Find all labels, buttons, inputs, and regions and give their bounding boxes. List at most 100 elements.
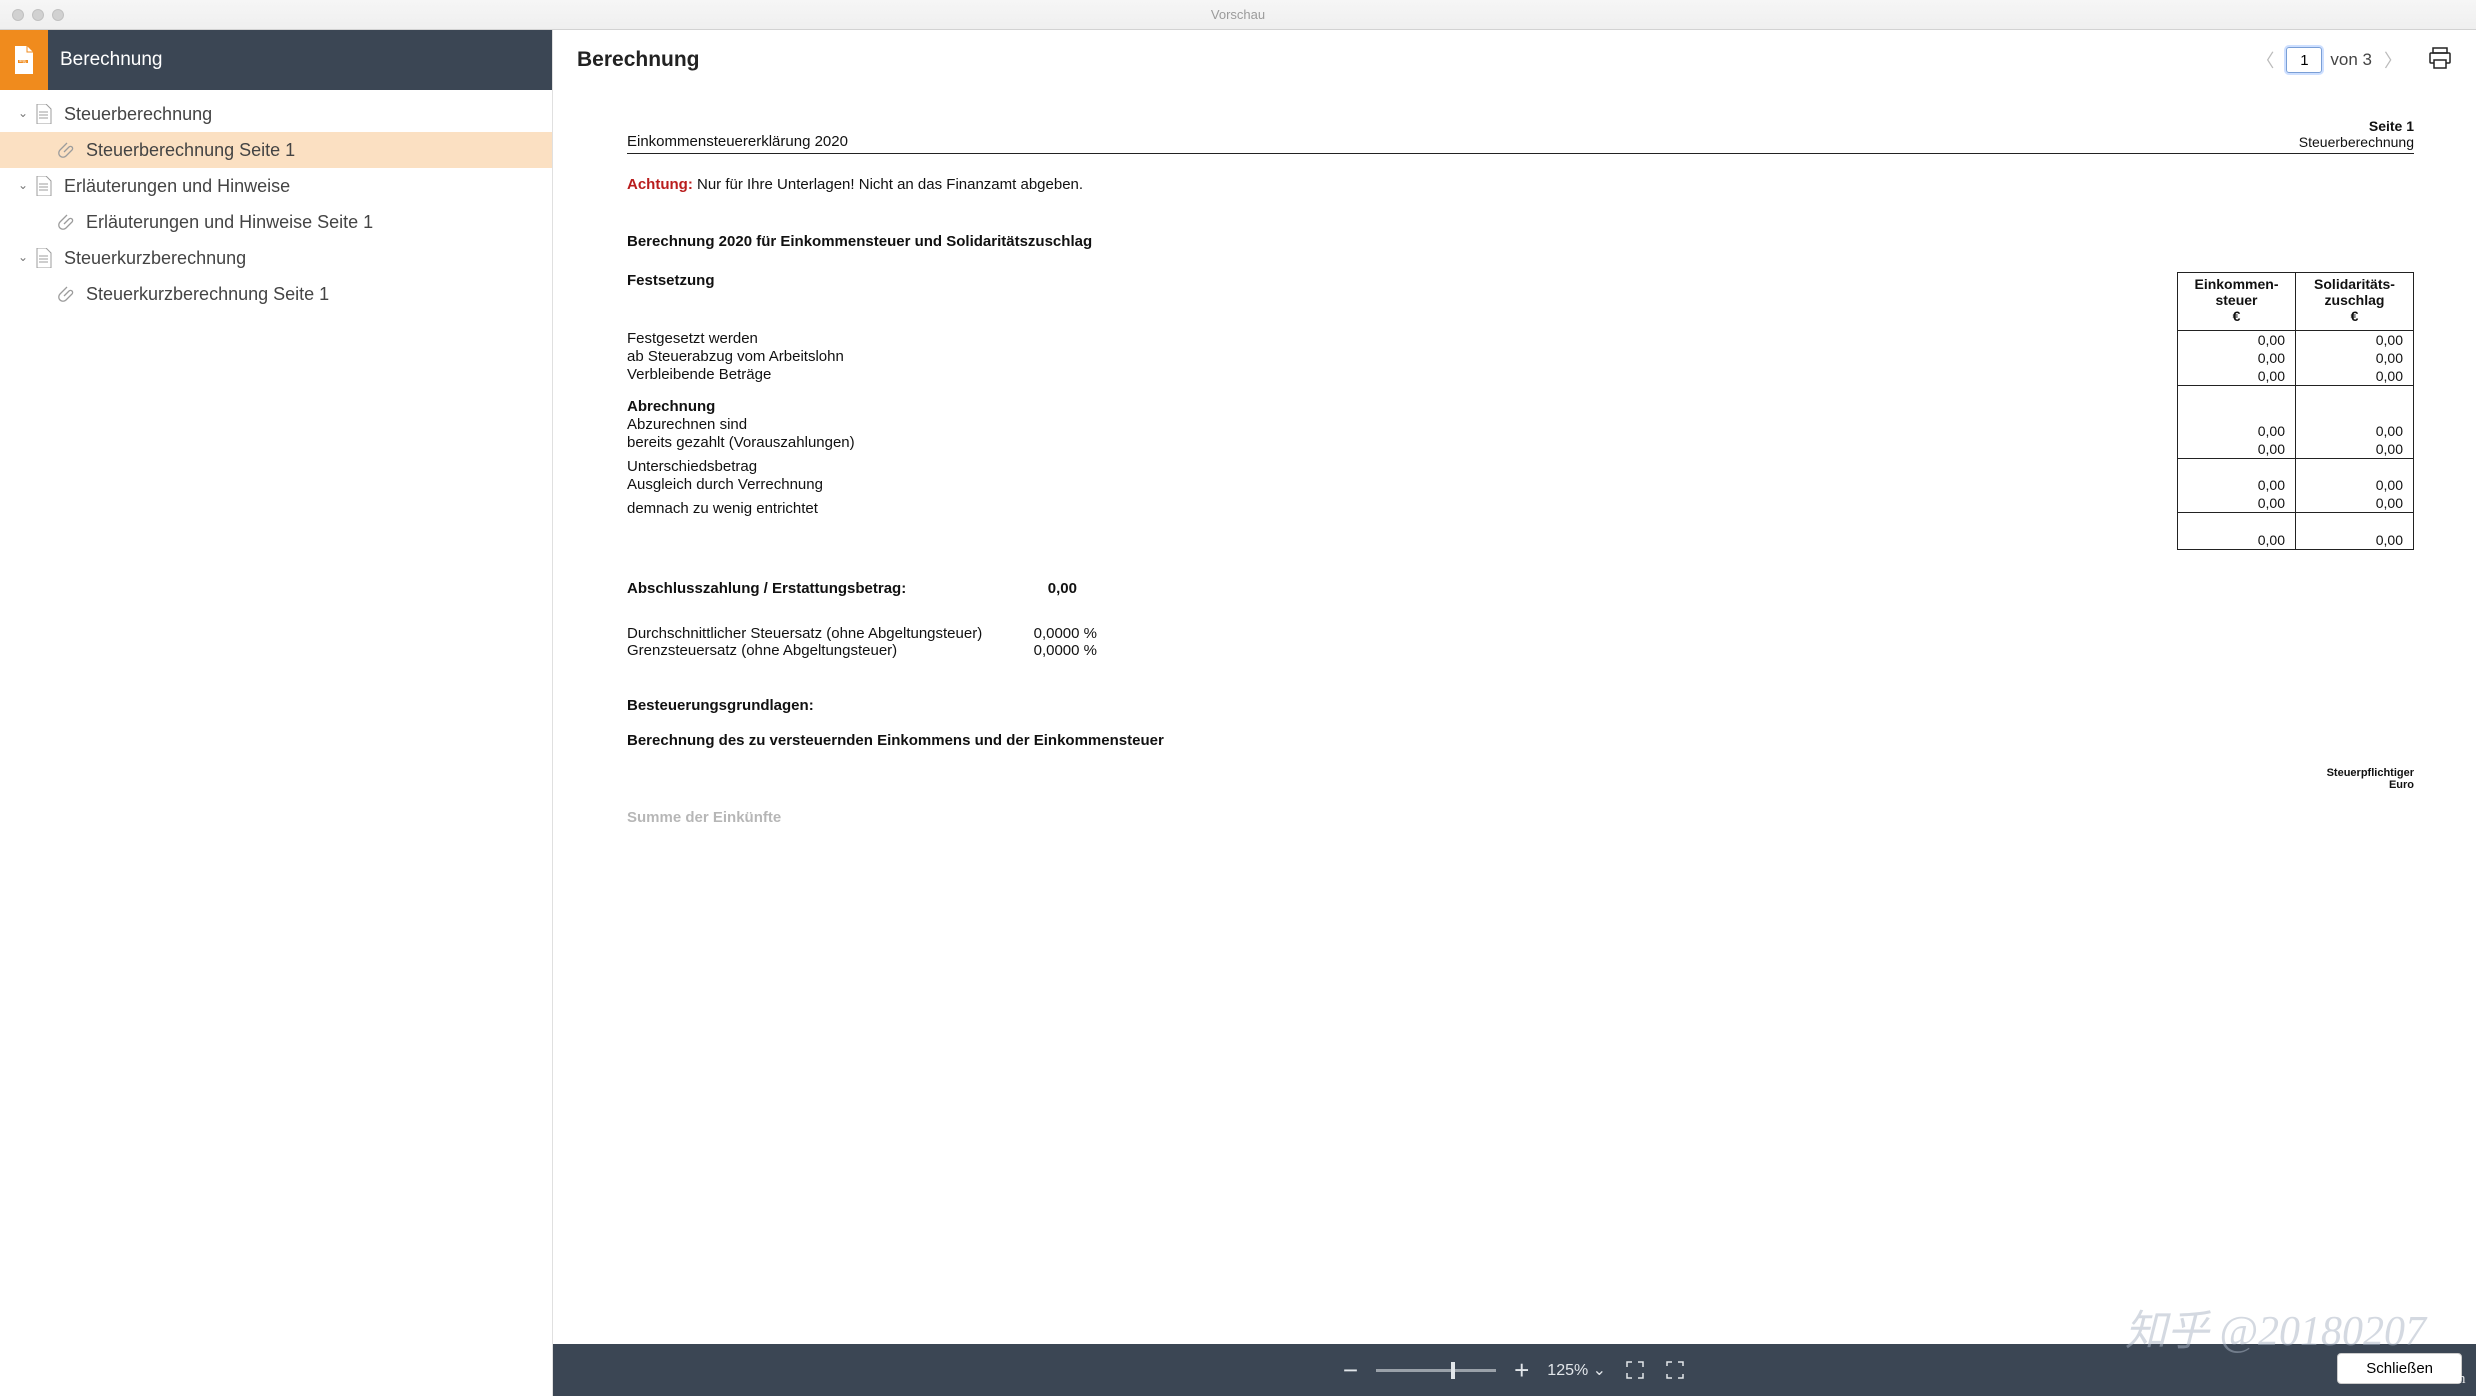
window-controls	[12, 9, 64, 21]
cell	[2178, 458, 2296, 476]
doc-page-number: Seite 1	[2369, 118, 2414, 134]
basis-heading: Besteuerungsgrundlagen:	[627, 697, 2414, 714]
tree-child-label: Steuerkurzberechnung Seite 1	[86, 284, 329, 305]
summary-row: Abschlusszahlung / Erstattungsbetrag: 0,…	[627, 580, 2414, 597]
cell: 0,00	[2296, 367, 2414, 386]
cell: 0,00	[2296, 494, 2414, 513]
tree-group-label: Steuerkurzberechnung	[64, 248, 246, 269]
viewer-header: Berechnung 〈 von 3 〉	[553, 30, 2476, 90]
next-page-button[interactable]: 〉	[2380, 45, 2406, 75]
row-label: Ausgleich durch Verrechnung	[627, 476, 2177, 494]
fullscreen-window-icon[interactable]	[52, 9, 64, 21]
calc-labels: Festsetzung Festgesetzt werden ab Steuer…	[627, 272, 2177, 550]
page-total-label: von 3	[2330, 50, 2372, 70]
tree-group-steuerkurz[interactable]: ⌄ Steuerkurzberechnung	[0, 240, 552, 276]
cell: 0,00	[2178, 349, 2296, 367]
document-icon	[36, 248, 54, 268]
cell	[2178, 386, 2296, 404]
fit-page-icon[interactable]	[1624, 1359, 1646, 1381]
column-footer: Steuerpflichtiger Euro	[627, 767, 2414, 791]
warn-text: Nur für Ihre Unterlagen! Nicht an das Fi…	[693, 176, 1083, 193]
paperclip-icon	[58, 141, 76, 159]
row-label: Festgesetzt werden	[627, 330, 2177, 348]
rate-label: Durchschnittlicher Steuersatz (ohne Abge…	[627, 625, 1017, 642]
tree-group-label: Steuerberechnung	[64, 104, 212, 125]
sidebar: =% Berechnung ⌄ Steuerberechnung Steuerb…	[0, 30, 552, 1396]
col-einkommensteuer: Einkommen- steuer €	[2178, 273, 2296, 331]
sidebar-title: Berechnung	[60, 49, 162, 71]
prev-page-button[interactable]: 〈	[2252, 45, 2278, 75]
cell	[2178, 513, 2296, 531]
zoom-out-button[interactable]: −	[1343, 1355, 1358, 1386]
zoom-percent[interactable]: 125% ⌄	[1547, 1360, 1606, 1380]
cell	[2296, 458, 2414, 476]
cell: 0,00	[2296, 531, 2414, 550]
window-title: Vorschau	[1211, 7, 1265, 22]
tree-child-steuerberechnung-1[interactable]: Steuerberechnung Seite 1	[0, 132, 552, 168]
festsetzung-label: Festsetzung	[627, 272, 2177, 330]
cell: 0,00	[2296, 476, 2414, 494]
viewer: Berechnung 〈 von 3 〉 Einkommensteuererkl…	[552, 30, 2476, 1396]
print-icon[interactable]	[2428, 47, 2452, 74]
calc-doc-icon: =%	[0, 30, 48, 90]
sidebar-header: =% Berechnung	[0, 30, 552, 90]
tree: ⌄ Steuerberechnung Steuerberechnung Seit…	[0, 90, 552, 312]
page-input[interactable]	[2286, 47, 2322, 73]
svg-text:=%: =%	[19, 59, 27, 65]
section-heading: Berechnung 2020 für Einkommensteuer und …	[627, 233, 2414, 250]
zoom-in-button[interactable]: +	[1514, 1355, 1529, 1386]
document-page: Einkommensteuererklärung 2020 Seite 1 St…	[553, 90, 2476, 1396]
document-viewport[interactable]: Einkommensteuererklärung 2020 Seite 1 St…	[553, 90, 2476, 1396]
document-icon	[36, 176, 54, 196]
doc-warning: Achtung: Nur für Ihre Unterlagen! Nicht …	[627, 176, 2414, 193]
cell: 0,00	[2178, 331, 2296, 350]
basis-subheading: Berechnung des zu versteuernden Einkomme…	[627, 732, 2414, 749]
cell	[2296, 386, 2414, 404]
zoom-slider[interactable]	[1376, 1369, 1496, 1372]
row-label: bereits gezahlt (Vorauszahlungen)	[627, 434, 2177, 452]
cell: 0,00	[2296, 422, 2414, 440]
minimize-window-icon[interactable]	[32, 9, 44, 21]
close-window-icon[interactable]	[12, 9, 24, 21]
chevron-down-icon: ⌄	[18, 178, 32, 192]
fit-width-icon[interactable]	[1664, 1359, 1686, 1381]
cell	[2296, 513, 2414, 531]
doc-section-name: Steuerberechnung	[2299, 134, 2414, 150]
tree-child-label: Steuerberechnung Seite 1	[86, 140, 295, 161]
rate-value: 0,0000 %	[1017, 642, 1097, 659]
tree-child-erlaeuterungen-1[interactable]: Erläuterungen und Hinweise Seite 1	[0, 204, 552, 240]
tax-rates: Durchschnittlicher Steuersatz (ohne Abge…	[627, 625, 2414, 659]
tree-group-steuerberechnung[interactable]: ⌄ Steuerberechnung	[0, 96, 552, 132]
paperclip-icon	[58, 285, 76, 303]
cell: 0,00	[2296, 331, 2414, 350]
bottom-toolbar: − + 125% ⌄ Schließen	[553, 1344, 2476, 1396]
paperclip-icon	[58, 213, 76, 231]
cell	[2296, 404, 2414, 422]
cell: 0,00	[2296, 440, 2414, 459]
doc-header-left: Einkommensteuererklärung 2020	[627, 133, 848, 150]
row-label: demnach zu wenig entrichtet	[627, 500, 2177, 518]
row-label: Unterschiedsbetrag	[627, 458, 2177, 476]
cell: 0,00	[2178, 422, 2296, 440]
foot-line: Euro	[2389, 779, 2414, 791]
calc-table: Einkommen- steuer € Solidaritäts- zuschl…	[2177, 272, 2414, 550]
summary-label: Abschlusszahlung / Erstattungsbetrag:	[627, 580, 967, 597]
foot-line: Steuerpflichtiger	[2327, 767, 2414, 779]
row-label: Abzurechnen sind	[627, 416, 2177, 434]
chevron-down-icon: ⌄	[18, 106, 32, 120]
warn-label: Achtung:	[627, 176, 693, 193]
cell: 0,00	[2296, 349, 2414, 367]
tree-group-label: Erläuterungen und Hinweise	[64, 176, 290, 197]
viewer-title: Berechnung	[577, 48, 700, 72]
col-soli: Solidaritäts- zuschlag €	[2296, 273, 2414, 331]
tree-child-steuerkurz-1[interactable]: Steuerkurzberechnung Seite 1	[0, 276, 552, 312]
tree-group-erlaeuterungen[interactable]: ⌄ Erläuterungen und Hinweise	[0, 168, 552, 204]
chevron-down-icon: ⌄	[18, 250, 32, 264]
tree-child-label: Erläuterungen und Hinweise Seite 1	[86, 212, 373, 233]
doc-header-right: Seite 1 Steuerberechnung	[2299, 118, 2414, 150]
window-titlebar: Vorschau	[0, 0, 2476, 30]
document-icon	[36, 104, 54, 124]
row-label: Verbleibende Beträge	[627, 366, 2177, 384]
summary-value: 0,00	[967, 580, 1077, 597]
rate-label: Grenzsteuersatz (ohne Abgeltungsteuer)	[627, 642, 1017, 659]
